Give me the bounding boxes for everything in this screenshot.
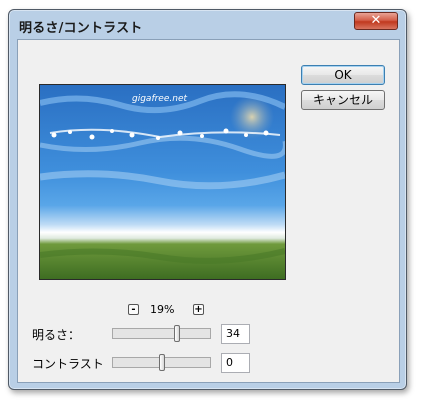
dialog-body: gigafree.net OK キャンセル - 19% + 明るさ： 34 コン… (17, 39, 400, 383)
title-bar[interactable]: 明るさ/コントラスト ✕ (9, 10, 406, 40)
cancel-button[interactable]: キャンセル (301, 90, 385, 110)
ok-button[interactable]: OK (301, 65, 385, 85)
zoom-controls: - 19% + (128, 302, 228, 318)
dialog-title: 明るさ/コントラスト (19, 21, 143, 36)
contrast-value-input[interactable]: 0 (221, 353, 250, 373)
zoom-out-button[interactable]: - (128, 304, 139, 315)
brightness-slider-thumb[interactable] (174, 325, 180, 342)
plus-icon: + (194, 304, 203, 315)
contrast-label: コントラスト (32, 357, 104, 371)
brightness-label: 明るさ： (32, 328, 81, 342)
close-button[interactable]: ✕ (354, 12, 398, 30)
brightness-value-input[interactable]: 34 (221, 324, 250, 344)
brightness-contrast-dialog: 明るさ/コントラスト ✕ gigafree.net OK キャンセル - 19%… (8, 9, 407, 390)
zoom-in-button[interactable]: + (193, 304, 204, 315)
contrast-slider[interactable] (112, 354, 211, 371)
contrast-slider-thumb[interactable] (159, 354, 165, 371)
zoom-level: 19% (150, 303, 175, 316)
minus-icon: - (131, 304, 136, 315)
brightness-slider[interactable] (112, 325, 211, 342)
preview-image: gigafree.net (40, 85, 285, 279)
close-icon: ✕ (370, 13, 382, 28)
image-preview[interactable]: gigafree.net (39, 84, 286, 280)
watermark-text: gigafree.net (132, 94, 187, 104)
